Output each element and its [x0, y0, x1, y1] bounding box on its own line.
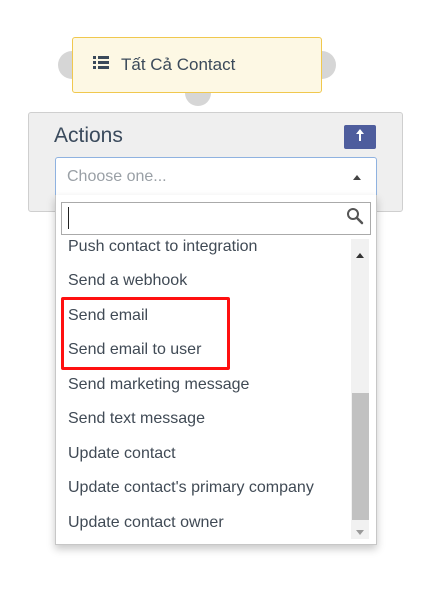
caret-up-icon[interactable] — [352, 170, 362, 180]
node-title: Tất Cả Contact — [121, 55, 236, 74]
option-update-contact-owner[interactable]: Update contact owner — [68, 506, 348, 540]
highlight-box — [61, 297, 230, 370]
actions-title: Actions — [54, 124, 123, 147]
contact-list-node[interactable]: Tất Cả Contact — [72, 37, 322, 93]
option-send-text-message[interactable]: Send text message — [68, 402, 348, 436]
move-up-button[interactable] — [344, 125, 376, 149]
option-send-a-webhook[interactable]: Send a webhook — [68, 264, 348, 298]
option-update-contact-primary-company[interactable]: Update contact's primary company — [68, 471, 348, 505]
select-placeholder: Choose one... — [67, 167, 167, 185]
list-icon — [93, 56, 109, 74]
scroll-up-icon[interactable] — [355, 247, 365, 265]
text-cursor — [68, 207, 69, 229]
option-push-contact-to-integration[interactable]: Push contact to integration — [68, 230, 348, 264]
scroll-down-icon[interactable] — [355, 523, 365, 541]
scrollbar-thumb[interactable] — [352, 393, 369, 520]
option-send-marketing-message[interactable]: Send marketing message — [68, 368, 348, 402]
option-update-contact[interactable]: Update contact — [68, 437, 348, 471]
action-select[interactable]: Choose one... — [55, 157, 377, 196]
arrow-up-icon — [355, 128, 365, 146]
search-icon — [346, 207, 364, 225]
